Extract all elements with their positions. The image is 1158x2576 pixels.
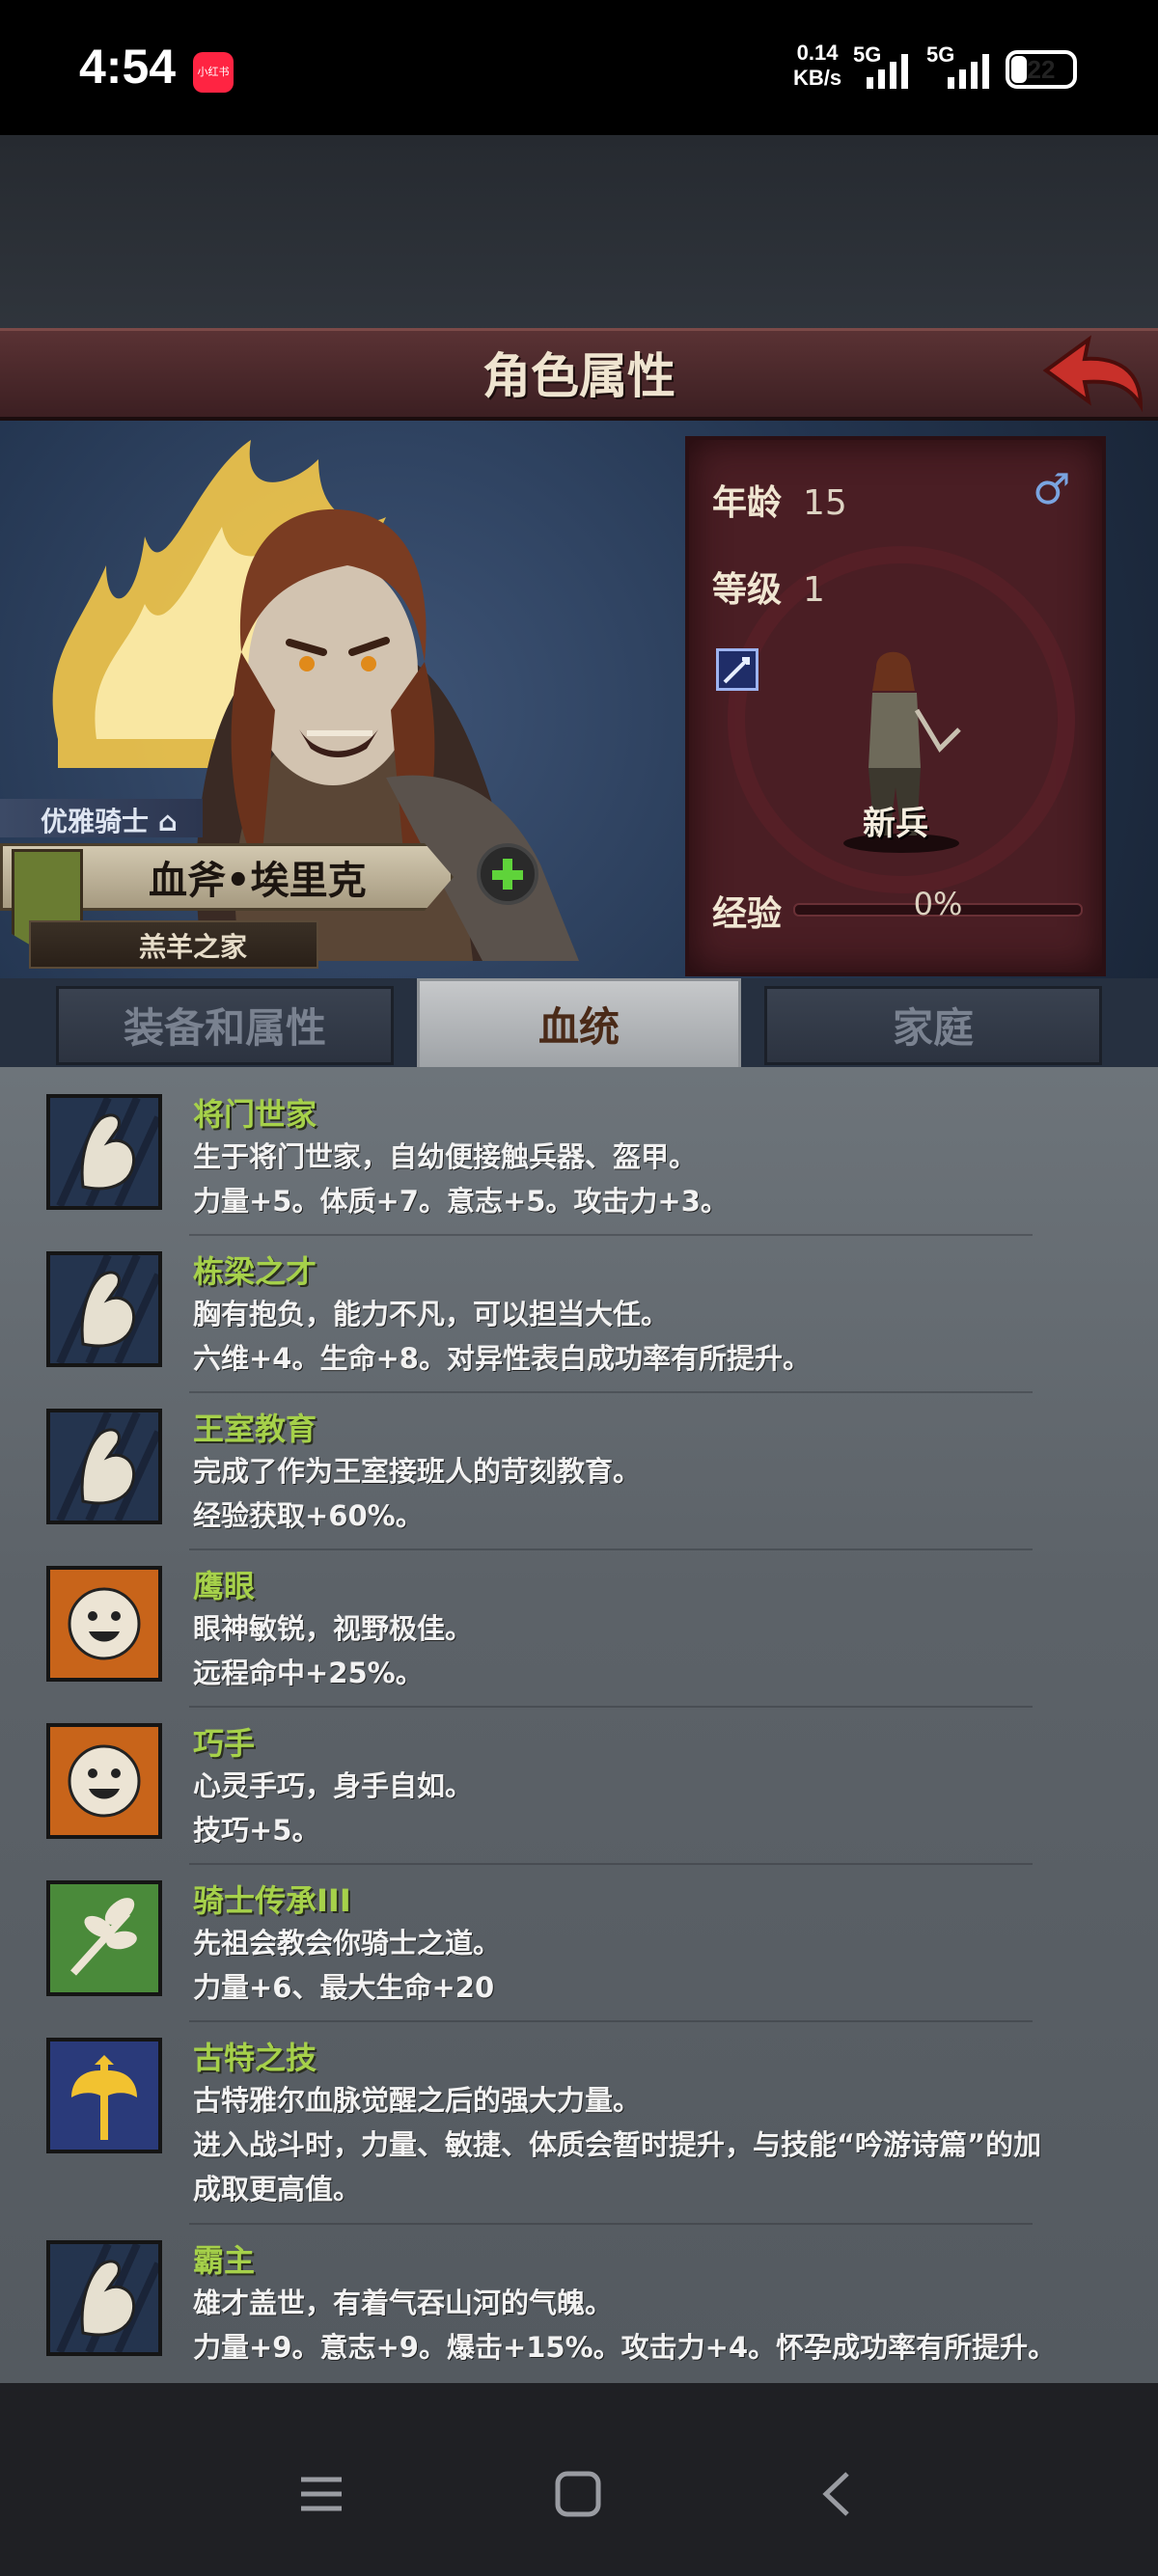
trait-separator	[189, 1863, 1033, 1865]
age-label: 年龄	[712, 483, 783, 523]
trait-name: 鹰眼	[193, 1568, 256, 1604]
trait-description: 力量+5。体质+7。意志+5。攻击力+3。	[193, 1185, 729, 1218]
trait-description: 经验获取+60%。	[193, 1499, 424, 1532]
dagger-skill-icon[interactable]	[716, 648, 758, 691]
trait-description: 心灵手巧，身手自如。	[193, 1769, 474, 1802]
home-icon[interactable]	[554, 2470, 602, 2518]
trait-name: 王室教育	[193, 1411, 317, 1447]
character-name: 血斧•埃里克	[149, 859, 367, 903]
age-row: 年龄 15	[712, 475, 847, 525]
speed-unit: KB/s	[793, 66, 842, 90]
tab-equipment-attributes[interactable]: 装备和属性	[56, 986, 394, 1065]
golden-axe-icon[interactable]	[46, 2038, 162, 2153]
trait-separator	[189, 1548, 1033, 1550]
muscle-arm-icon[interactable]	[46, 1409, 162, 1524]
network-speed: 0.14 KB/s	[793, 41, 841, 91]
xiaohongshu-app-icon: 小红书	[193, 52, 234, 93]
trait-description: 技巧+5。	[193, 1814, 320, 1847]
level-row: 等级 1	[712, 562, 825, 612]
smiley-face-icon[interactable]	[46, 1566, 162, 1682]
trait-list	[0, 1067, 1158, 2383]
age-value: 15	[803, 483, 847, 523]
trait-description: 古特雅尔血脉觉醒之后的强大力量。	[193, 2084, 642, 2117]
tab-bloodline[interactable]: 血统	[417, 978, 741, 1071]
trait-name: 霸主	[193, 2242, 256, 2279]
male-gender-icon: ♂	[1033, 465, 1071, 514]
menu-icon[interactable]	[297, 2470, 345, 2518]
rank-label: 新兵	[863, 805, 928, 843]
trait-separator	[189, 2223, 1033, 2225]
speed-value: 0.14	[796, 41, 839, 65]
trait-description: 胸有抱负，能力不凡，可以担当大任。	[193, 1298, 670, 1330]
signal-bars-icon	[867, 50, 908, 89]
trait-description: 眼神敏锐，视野极佳。	[193, 1612, 474, 1645]
trait-description: 成取更高值。	[193, 2173, 362, 2206]
battery-level: 22	[1027, 55, 1056, 84]
add-plus-button[interactable]	[477, 843, 538, 905]
trait-description: 先祖会教会你骑士之道。	[193, 1927, 502, 1959]
trait-description: 六维+4。生命+8。对异性表白成功率有所提升。	[193, 1342, 811, 1375]
level-label: 等级	[712, 570, 783, 610]
trait-separator	[189, 1391, 1033, 1393]
signal-bars-icon	[948, 50, 989, 89]
battery-icon: 22	[1006, 50, 1077, 89]
trait-description: 力量+9。意志+9。爆击+15%。攻击力+4。怀孕成功率有所提升。	[193, 2331, 1057, 2364]
house-name: 羔羊之家	[139, 931, 248, 963]
class-name-text: 优雅骑士	[41, 806, 150, 837]
status-bar: 4:54 小红书 0.14 KB/s 5G 5G 22	[0, 0, 1158, 135]
trait-description: 进入战斗时，力量、敏捷、体质会暂时提升，与技能“吟游诗篇”的加	[193, 2128, 1042, 2161]
smiley-face-icon[interactable]	[46, 1723, 162, 1839]
exp-label: 经验	[712, 894, 783, 934]
tab-family[interactable]: 家庭	[764, 986, 1102, 1065]
back-arrow-icon[interactable]	[1040, 332, 1146, 413]
page-title: 角色属性	[482, 348, 676, 404]
trait-name: 巧手	[193, 1725, 256, 1762]
trait-description: 雄才盖世，有着气吞山河的气魄。	[193, 2287, 614, 2319]
trait-name: 栋梁之才	[193, 1253, 317, 1290]
trait-description: 远程命中+25%。	[193, 1657, 424, 1689]
trait-description: 生于将门世家，自幼便接触兵器、盔甲。	[193, 1140, 698, 1173]
exp-value: 0%	[913, 886, 963, 922]
muscle-arm-icon[interactable]	[46, 1094, 162, 1210]
level-value: 1	[803, 570, 825, 610]
trait-name: 古特之技	[193, 2040, 317, 2076]
muscle-arm-icon[interactable]	[46, 1251, 162, 1367]
trait-separator	[189, 1234, 1033, 1236]
trait-description: 力量+6、最大生命+20	[193, 1971, 495, 2004]
class-name[interactable]: 优雅骑士 ⌂	[41, 801, 178, 839]
back-icon[interactable]	[813, 2470, 861, 2518]
trait-separator	[189, 2020, 1033, 2022]
stat-panel: 年龄 15 ♂ 等级 1 新兵 经验 0%	[685, 436, 1106, 976]
house-up-icon: ⌂	[157, 806, 178, 837]
muscle-arm-icon[interactable]	[46, 2240, 162, 2356]
clock: 4:54	[79, 40, 177, 94]
trait-separator	[189, 1706, 1033, 1708]
leaf-branch-icon[interactable]	[46, 1880, 162, 1996]
trait-description: 完成了作为王室接班人的苛刻教育。	[193, 1455, 642, 1488]
trait-name: 骑士传承III	[193, 1882, 351, 1919]
trait-name: 将门世家	[193, 1096, 317, 1133]
